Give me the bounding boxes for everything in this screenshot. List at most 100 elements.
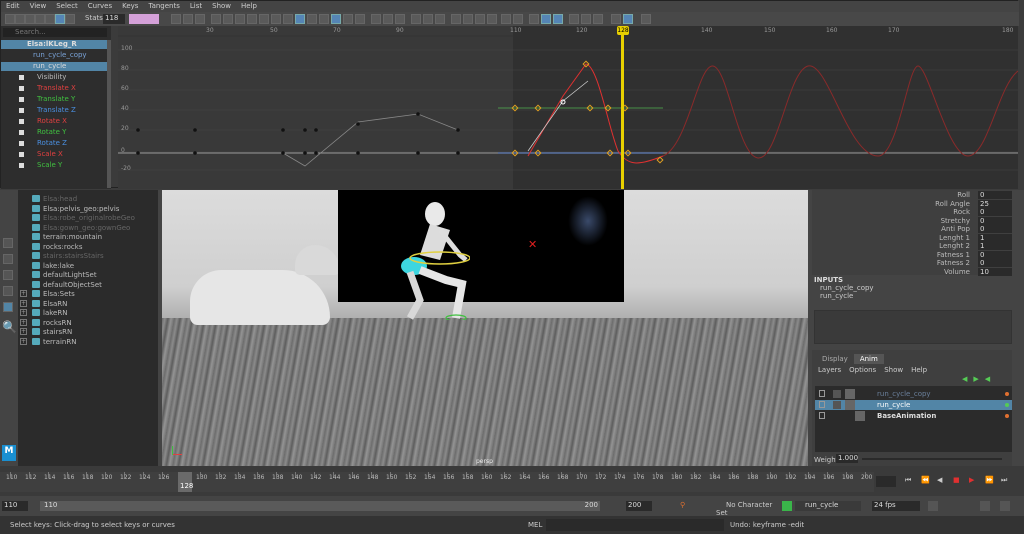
graph-menu-tangents[interactable]: Tangents: [143, 1, 184, 12]
toolbar-button-icon[interactable]: [35, 14, 45, 24]
toolbar-button-icon[interactable]: [45, 14, 55, 24]
toolbar-button-icon[interactable]: [331, 14, 341, 24]
outliner-item[interactable]: Elsa:pelvis_geo:pelvis: [32, 204, 119, 214]
toolbar-button-icon[interactable]: [223, 14, 233, 24]
toolbar-button-icon[interactable]: [423, 14, 433, 24]
toolbar-button-icon[interactable]: [211, 14, 221, 24]
next-key-icon[interactable]: ⏩: [985, 476, 994, 484]
toolbar-button-icon[interactable]: [195, 14, 205, 24]
mel-label[interactable]: MEL: [528, 521, 542, 529]
outliner-item[interactable]: + Elsa:Sets: [20, 290, 75, 299]
outline-scrollbar[interactable]: [107, 40, 111, 188]
play-icon[interactable]: ▶: [969, 476, 974, 484]
settings-icon[interactable]: [1000, 501, 1010, 511]
outliner-item[interactable]: + rocksRN: [20, 318, 72, 328]
toolbar-button-icon[interactable]: [15, 14, 25, 24]
toolbar-button-icon[interactable]: [271, 14, 281, 24]
toolbar-button-icon[interactable]: [283, 14, 293, 24]
end-frame-field[interactable]: 200: [626, 501, 652, 511]
solo-icon[interactable]: [855, 411, 865, 421]
outline-search-input[interactable]: Search...: [3, 28, 107, 37]
toolbar-button-icon[interactable]: [641, 14, 651, 24]
anim-layer-field[interactable]: run_cycle: [795, 501, 861, 511]
outline-item[interactable]: run_cycle: [1, 62, 111, 71]
graph-menu-select[interactable]: Select: [51, 1, 83, 12]
layer-menu-help[interactable]: Help: [911, 365, 927, 375]
toolbar-button-icon[interactable]: [395, 14, 405, 24]
layer-tab-display[interactable]: Display: [816, 354, 854, 364]
toolbar-button-icon[interactable]: [581, 14, 591, 24]
graph-menu-edit[interactable]: Edit: [1, 1, 25, 12]
graph-time-cursor[interactable]: [621, 26, 624, 189]
toolbar-button-icon[interactable]: [319, 14, 329, 24]
mute-icon[interactable]: [833, 401, 841, 409]
layout-3-icon[interactable]: [3, 286, 13, 296]
outline-item[interactable]: Translate Z: [1, 106, 111, 115]
input-node-item[interactable]: run_cycle_copy: [814, 284, 1014, 292]
outline-item[interactable]: Translate X: [1, 84, 111, 93]
toolbar-button-icon[interactable]: [183, 14, 193, 24]
toolbar-button-icon[interactable]: [247, 14, 257, 24]
graph-canvas[interactable]: 100 80 60 40 20 0 -20 30 50 70 90 110 120 128 140 150 1…: [118, 26, 1019, 189]
locator-cross-icon[interactable]: ✕: [528, 238, 537, 251]
expand-toggle-icon[interactable]: +: [20, 290, 27, 297]
toolbar-button-icon[interactable]: [463, 14, 473, 24]
outliner-item[interactable]: terrain:mountain: [32, 233, 102, 242]
toolbar-button-icon[interactable]: [25, 14, 35, 24]
toolbar-button-icon[interactable]: [371, 14, 381, 24]
expand-toggle-icon[interactable]: +: [20, 318, 27, 326]
graph-menu-curves[interactable]: Curves: [83, 1, 117, 12]
expand-toggle-icon[interactable]: +: [20, 328, 27, 335]
weight-field[interactable]: 1.000: [836, 454, 858, 463]
solo-icon[interactable]: [845, 400, 855, 410]
outliner-item[interactable]: + lakeRN: [20, 309, 67, 318]
outliner-item[interactable]: + terrainRN: [20, 337, 76, 347]
outliner-item[interactable]: Elsa:gown_geo:gownGeo: [32, 223, 130, 233]
anim-layer-row[interactable]: BaseAnimation: [815, 411, 1013, 421]
toolbar-button-icon[interactable]: [171, 14, 181, 24]
anim-layer-row[interactable]: run_cycle_copy: [815, 389, 1013, 399]
lock-icon[interactable]: [819, 390, 825, 397]
toolbar-button-icon[interactable]: [623, 14, 633, 24]
outline-item[interactable]: Elsa:lKLeg_R: [1, 40, 111, 49]
outline-item[interactable]: Rotate Z: [1, 139, 111, 148]
toolbar-button-icon[interactable]: [259, 14, 269, 24]
outline-item[interactable]: Rotate Y: [1, 128, 111, 137]
outliner-item[interactable]: lake:lake: [32, 261, 74, 271]
toolbar-button-icon[interactable]: [5, 14, 15, 24]
character-model[interactable]: [400, 200, 470, 320]
layer-menu-options[interactable]: Options: [849, 365, 876, 375]
outline-item[interactable]: Translate Y: [1, 95, 111, 104]
layout-4-icon[interactable]: [3, 302, 13, 312]
layer-menu-show[interactable]: Show: [884, 365, 903, 375]
character-set-field[interactable]: No Character Set: [716, 501, 776, 517]
toolbar-button-icon[interactable]: [475, 14, 485, 24]
command-line-input[interactable]: [546, 519, 724, 531]
toolbar-button-icon[interactable]: [235, 14, 245, 24]
toolbar-button-icon[interactable]: [487, 14, 497, 24]
outline-item[interactable]: run_cycle_copy: [1, 51, 111, 60]
move-tool-icon[interactable]: [3, 238, 13, 248]
solo-icon[interactable]: [845, 389, 855, 399]
toolbar-button-icon[interactable]: [569, 14, 579, 24]
toolbar-button-icon[interactable]: [435, 14, 445, 24]
outliner-item[interactable]: + ElsaRN: [20, 299, 67, 309]
toolbar-button-icon[interactable]: [65, 14, 75, 24]
anim-layer-row[interactable]: run_cycle: [815, 400, 1013, 410]
layout-2-icon[interactable]: [3, 270, 13, 280]
fps-dropdown[interactable]: 24 fps: [872, 501, 920, 511]
loop-icon[interactable]: [928, 501, 938, 511]
outliner-item[interactable]: defaultObjectSet: [32, 280, 102, 290]
toolbar-button-icon[interactable]: [529, 14, 539, 24]
layer-tab-anim[interactable]: Anim: [853, 354, 884, 364]
weight-slider[interactable]: [862, 458, 1002, 460]
outliner-item[interactable]: defaultLightSet: [32, 271, 97, 280]
mute-icon[interactable]: [833, 390, 841, 398]
toolbar-button-icon[interactable]: [541, 14, 551, 24]
expand-toggle-icon[interactable]: +: [20, 299, 27, 307]
stats-field-2[interactable]: [129, 14, 159, 24]
graph-menu-list[interactable]: List: [185, 1, 207, 12]
toolbar-button-icon[interactable]: [513, 14, 523, 24]
graph-time-cursor-head[interactable]: 128: [617, 26, 629, 35]
toolbar-button-icon[interactable]: [451, 14, 461, 24]
